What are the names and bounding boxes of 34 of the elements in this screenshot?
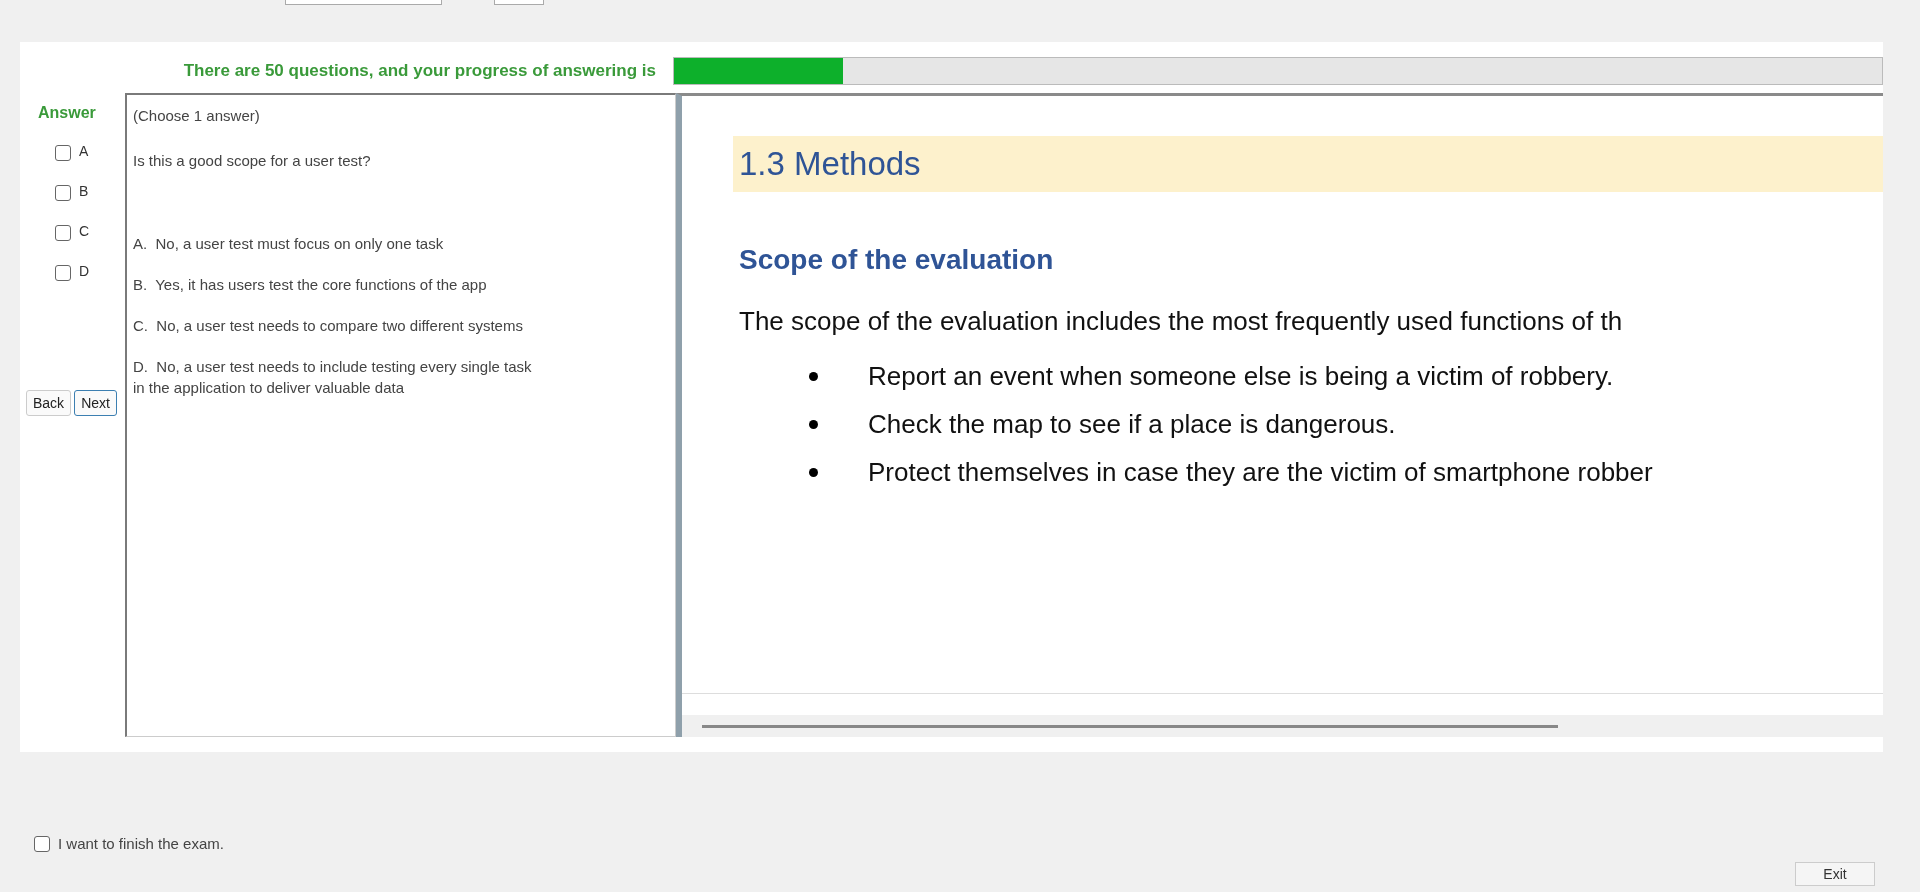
- option-label: A: [79, 143, 89, 159]
- bullet-text: Protect themselves in case they are the victim of smartphone robber: [868, 457, 1653, 488]
- slide-subheading: Scope of the evaluation: [739, 244, 1054, 276]
- question-text: Is this a good scope for a user test?: [133, 151, 372, 171]
- bullet-icon: [809, 372, 818, 381]
- answer-checkbox[interactable]: [55, 185, 71, 201]
- horizontal-scrollbar[interactable]: [682, 715, 1883, 737]
- progress-text: There are 50 questions, and your progress of answering is: [183, 60, 656, 81]
- answer-checkbox[interactable]: [55, 145, 71, 161]
- scrollbar-thumb[interactable]: [702, 724, 1558, 728]
- next-button[interactable]: Next: [74, 390, 117, 416]
- answer-label: Answer: [38, 104, 96, 122]
- instruction-text: (Choose 1 answer): [133, 106, 261, 126]
- option-label: D: [79, 263, 90, 279]
- finish-label: I want to finish the exam.: [58, 835, 224, 852]
- choice-text: A. No, a user test must focus on only one task: [133, 234, 445, 254]
- bullet-icon: [809, 468, 818, 477]
- answer-checkbox[interactable]: [55, 225, 71, 241]
- option-label: B: [79, 183, 89, 199]
- answer-checkbox[interactable]: [55, 265, 71, 281]
- back-button[interactable]: Back: [26, 390, 72, 416]
- bullet-text: Check the map to see if a place is dangerous.: [868, 409, 1396, 440]
- option-label: C: [79, 223, 90, 239]
- dropdown-field[interactable]: [285, 0, 442, 5]
- exit-button[interactable]: Exit: [1795, 862, 1875, 886]
- bullet-text: Report an event when someone else is being a victim of robbery.: [868, 361, 1614, 392]
- slide-paragraph: The scope of the evaluation includes the most frequently used functions of th: [739, 306, 1623, 337]
- choice-text: D. No, a user test needs to include testing every single task in the application to deliver valuable data: [133, 357, 533, 398]
- input-field[interactable]: [494, 0, 544, 5]
- choice-text: C. No, a user test needs to compare two different systems: [133, 316, 524, 336]
- bullet-icon: [809, 420, 818, 429]
- slide-heading: 1.3 Methods: [733, 136, 1883, 192]
- finish-checkbox[interactable]: [34, 835, 50, 852]
- choice-text: B. Yes, it has users test the core functions of the app: [133, 275, 488, 295]
